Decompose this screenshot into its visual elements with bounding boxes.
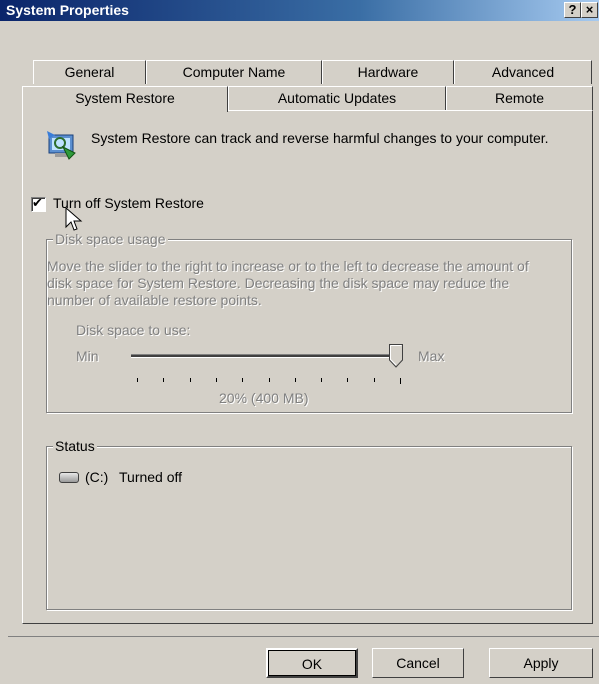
status-group: Status (C:) Turned off bbox=[46, 438, 572, 610]
mouse-cursor-icon bbox=[65, 207, 83, 231]
cancel-button[interactable]: Cancel bbox=[372, 648, 464, 678]
ok-button[interactable]: OK bbox=[266, 648, 358, 678]
status-state: Turned off bbox=[119, 469, 183, 485]
system-restore-icon bbox=[43, 125, 83, 165]
close-button[interactable]: × bbox=[581, 2, 598, 18]
tab-remote[interactable]: Remote bbox=[446, 86, 593, 110]
turn-off-checkbox[interactable]: ✔ bbox=[31, 195, 46, 212]
status-drive: (C:) bbox=[85, 469, 109, 485]
drive-icon bbox=[59, 472, 79, 483]
disk-space-to-use-label: Disk space to use: bbox=[76, 322, 191, 338]
disk-space-group: Disk space usage Move the slider to the … bbox=[46, 231, 572, 413]
status-legend: Status bbox=[53, 438, 97, 454]
disk-space-slider[interactable] bbox=[131, 354, 403, 358]
help-button[interactable]: ? bbox=[564, 2, 581, 18]
tab-hardware[interactable]: Hardware bbox=[322, 60, 454, 84]
tab-computer-name[interactable]: Computer Name bbox=[146, 60, 322, 84]
checkmark-icon: ✔ bbox=[32, 195, 43, 210]
disk-space-legend: Disk space usage bbox=[53, 231, 168, 247]
apply-button[interactable]: Apply bbox=[489, 648, 593, 678]
tab-system-restore[interactable]: System Restore bbox=[22, 86, 228, 112]
disk-space-value: 20% (400 MB) bbox=[219, 390, 309, 406]
tab-panel: System Restore can track and reverse har… bbox=[22, 110, 593, 624]
slider-min-label: Min bbox=[76, 348, 99, 364]
slider-ticks bbox=[131, 374, 411, 384]
title-bar: System Properties ? × bbox=[0, 0, 599, 21]
slider-max-label: Max bbox=[418, 348, 445, 364]
disk-space-description: Move the slider to the right to increase… bbox=[47, 258, 529, 308]
tab-advanced[interactable]: Advanced bbox=[454, 60, 592, 84]
tab-automatic-updates[interactable]: Automatic Updates bbox=[228, 86, 446, 110]
intro-text: System Restore can track and reverse har… bbox=[91, 130, 549, 146]
slider-thumb[interactable] bbox=[389, 344, 403, 368]
tab-general[interactable]: General bbox=[33, 60, 146, 84]
window-left-edge bbox=[8, 636, 599, 637]
window-title: System Properties bbox=[6, 2, 129, 18]
